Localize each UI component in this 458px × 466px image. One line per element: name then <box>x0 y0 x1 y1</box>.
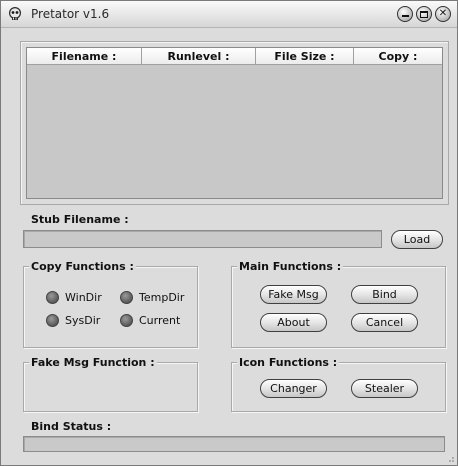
main-window: Pretator v1.6 ✕ Filename : Runlevel : Fi… <box>0 0 458 466</box>
bind-status-label: Bind Status : <box>31 420 112 433</box>
column-copy[interactable]: Copy : <box>354 48 442 65</box>
radio-current-label: Current <box>139 314 181 327</box>
radio-windir[interactable]: WinDir <box>46 291 102 304</box>
radio-sysdir-indicator[interactable] <box>46 314 59 327</box>
maximize-icon <box>420 10 428 18</box>
icon-functions-title: Icon Functions : <box>237 356 340 369</box>
load-button[interactable]: Load <box>391 230 443 249</box>
close-icon: ✕ <box>438 8 448 19</box>
copy-functions-title: Copy Functions : <box>29 260 136 273</box>
radio-tempdir[interactable]: TempDir <box>120 291 184 304</box>
minimize-icon <box>401 14 409 17</box>
changer-button[interactable]: Changer <box>260 379 327 398</box>
main-functions-title: Main Functions : <box>237 260 344 273</box>
radio-windir-indicator[interactable] <box>46 291 59 304</box>
column-file-size[interactable]: File Size : <box>256 48 354 65</box>
about-button[interactable]: About <box>260 313 327 332</box>
stub-filename-label: Stub Filename : <box>31 213 129 226</box>
resize-grip-icon[interactable] <box>445 453 455 463</box>
radio-tempdir-label: TempDir <box>139 291 185 304</box>
stub-filename-field[interactable] <box>23 230 382 248</box>
radio-tempdir-indicator[interactable] <box>120 291 133 304</box>
file-list[interactable]: Filename : Runlevel : File Size : Copy : <box>26 47 443 199</box>
close-button[interactable]: ✕ <box>435 6 451 22</box>
file-list-header: Filename : Runlevel : File Size : Copy : <box>27 48 442 65</box>
bind-status-bar <box>23 436 445 452</box>
fake-msg-function-group: Fake Msg Function : <box>23 356 198 412</box>
window-title: Pretator v1.6 <box>31 7 110 21</box>
column-filename[interactable]: Filename : <box>27 48 142 65</box>
minimize-button[interactable] <box>397 6 413 22</box>
stealer-button[interactable]: Stealer <box>351 379 418 398</box>
fake-msg-button[interactable]: Fake Msg <box>260 285 327 304</box>
radio-sysdir-label: SysDir <box>65 314 101 327</box>
maximize-button[interactable] <box>416 6 432 22</box>
copy-functions-group: Copy Functions : <box>23 260 198 348</box>
cancel-button[interactable]: Cancel <box>351 313 418 332</box>
radio-windir-label: WinDir <box>65 291 102 304</box>
fake-msg-function-title: Fake Msg Function : <box>29 356 157 369</box>
column-runlevel[interactable]: Runlevel : <box>142 48 256 65</box>
radio-current-indicator[interactable] <box>120 314 133 327</box>
skull-icon <box>9 7 21 20</box>
radio-sysdir[interactable]: SysDir <box>46 314 100 327</box>
main-functions-group: Main Functions : <box>231 260 446 348</box>
radio-current[interactable]: Current <box>120 314 180 327</box>
title-bar[interactable]: Pretator v1.6 ✕ <box>1 1 457 28</box>
bind-button[interactable]: Bind <box>351 285 418 304</box>
